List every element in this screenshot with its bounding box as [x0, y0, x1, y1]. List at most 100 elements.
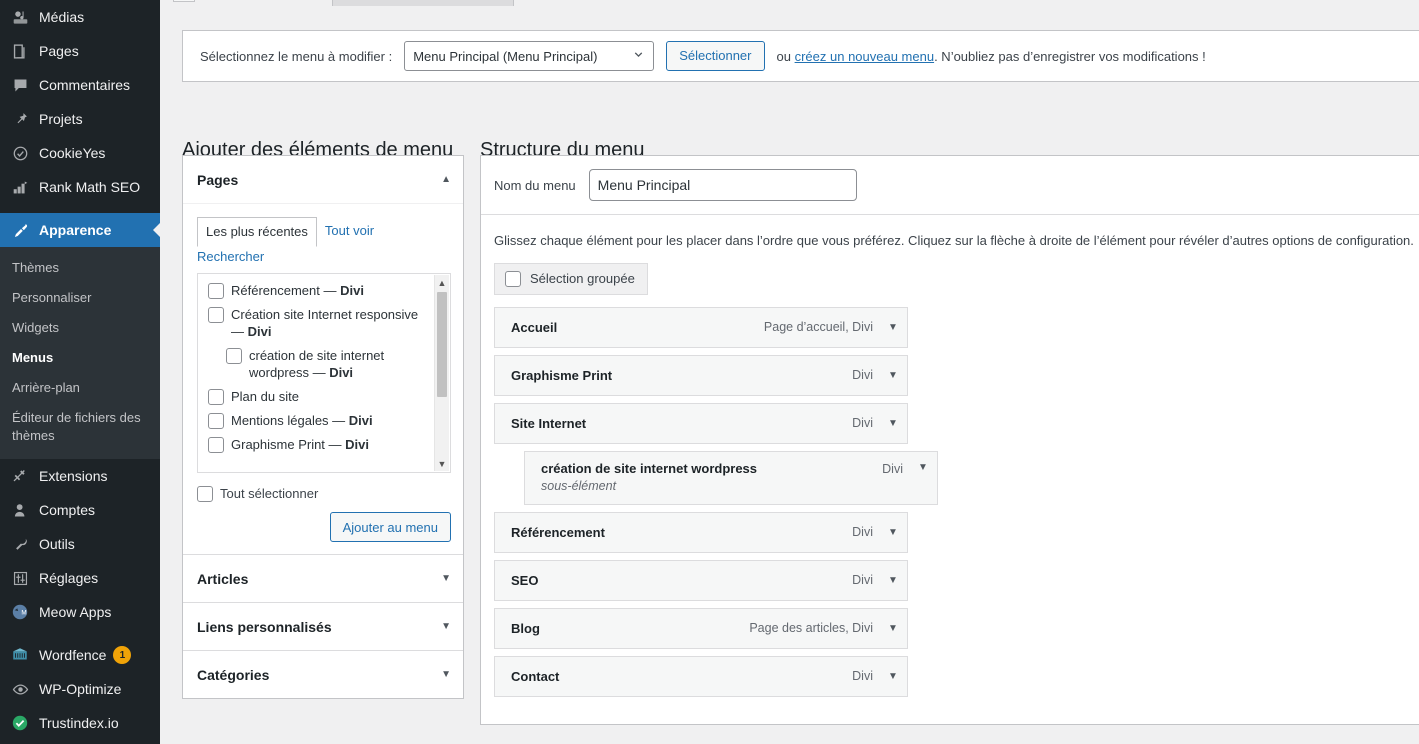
menu-item-graphisme-print[interactable]: Graphisme Print Divi ▼ — [494, 354, 908, 396]
accordion-header-pages[interactable]: Pages ▲ — [183, 156, 463, 204]
add-to-menu-button[interactable]: Ajouter au menu — [329, 512, 451, 542]
page-checkbox[interactable] — [208, 437, 224, 453]
menu-item-site-internet[interactable]: Site Internet Divi ▼ — [494, 402, 908, 444]
menu-item-row[interactable]: Accueil Page d’accueil, Divi ▼ — [494, 306, 908, 348]
menu-structure-panel: Nom du menu Glissez chaque élément pour … — [480, 155, 1419, 725]
list-item[interactable]: Référencement — Divi — [208, 282, 432, 299]
sidebar-subitem-themes[interactable]: Thèmes — [0, 253, 160, 283]
chevron-up-icon[interactable]: ▲ — [441, 174, 451, 185]
page-checkbox[interactable] — [226, 348, 242, 364]
tab-rechercher[interactable]: Rechercher — [197, 246, 451, 267]
accordion-label: Articles — [197, 570, 249, 587]
hint-suffix: . N’oubliez pas d’enregistrer vos modifi… — [934, 48, 1206, 64]
menu-item-blog[interactable]: Blog Page des articles, Divi ▼ — [494, 607, 908, 649]
menu-item-row[interactable]: Site Internet Divi ▼ — [494, 402, 908, 444]
menu-selector-bar: Sélectionnez le menu à modifier : Menu P… — [182, 30, 1419, 82]
menu-item-seo[interactable]: SEO Divi ▼ — [494, 559, 908, 601]
sidebar-item-outils[interactable]: Outils — [0, 527, 160, 561]
scroll-down-icon[interactable]: ▼ — [435, 456, 449, 471]
sidebar-subitem-menus[interactable]: Menus — [0, 343, 160, 373]
sidebar-item-wordfence[interactable]: Wordfence 1 — [0, 638, 160, 672]
menu-item-contact[interactable]: Contact Divi ▼ — [494, 655, 908, 697]
list-item[interactable]: Mentions légales — Divi — [208, 412, 432, 429]
menu-item-referencement[interactable]: Référencement Divi ▼ — [494, 511, 908, 553]
sidebar-subitem-arriere-plan[interactable]: Arrière-plan — [0, 373, 160, 403]
menu-item-row[interactable]: Graphisme Print Divi ▼ — [494, 354, 908, 396]
menu-item-row[interactable]: Référencement Divi ▼ — [494, 511, 908, 553]
sidebar-subitem-editeur-fichiers-themes[interactable]: Éditeur de fichiers des thèmes — [0, 403, 160, 451]
chevron-down-icon[interactable]: ▼ — [441, 621, 451, 632]
menu-item-title: Accueil — [511, 319, 558, 335]
sidebar-subitem-widgets[interactable]: Widgets — [0, 313, 160, 343]
sidebar-separator — [0, 204, 160, 213]
sidebar-item-cookieyes[interactable]: CookieYes — [0, 136, 160, 170]
sidebar-item-label: CookieYes — [39, 145, 106, 161]
menu-item-row[interactable]: Blog Page des articles, Divi ▼ — [494, 607, 908, 649]
bulk-select-checkbox[interactable] — [505, 270, 521, 287]
sidebar-item-pages[interactable]: Pages — [0, 34, 160, 68]
tab-les-plus-recentes[interactable]: Les plus récentes — [197, 217, 317, 247]
chevron-down-icon[interactable]: ▼ — [441, 669, 451, 680]
scroll-up-icon[interactable]: ▲ — [435, 275, 449, 290]
page-checkbox[interactable] — [208, 283, 224, 299]
wp-optimize-eye-icon — [10, 679, 30, 699]
page-label: Référencement — Divi — [231, 283, 364, 298]
chevron-down-icon[interactable]: ▼ — [885, 370, 901, 381]
menu-item-accueil[interactable]: Accueil Page d’accueil, Divi ▼ — [494, 306, 908, 348]
list-item[interactable]: création de site internet wordpress — Di… — [208, 347, 432, 381]
sidebar-item-extensions[interactable]: Extensions — [0, 459, 160, 493]
accordion-header-categories[interactable]: Catégories ▼ — [183, 650, 463, 698]
bulk-select-toggle[interactable]: Sélection groupée — [494, 262, 648, 295]
menu-select[interactable]: Menu Principal (Menu Principal) — [404, 41, 655, 71]
chevron-down-icon[interactable]: ▼ — [885, 671, 901, 682]
hint-prefix: ou — [776, 48, 791, 64]
sidebar-item-medias[interactable]: Médias — [0, 0, 160, 34]
sidebar-item-commentaires[interactable]: Commentaires — [0, 68, 160, 102]
sidebar-item-projets[interactable]: Projets — [0, 102, 160, 136]
list-item[interactable]: Plan du site — [208, 388, 432, 405]
accordion-header-articles[interactable]: Articles ▼ — [183, 554, 463, 602]
chevron-down-icon[interactable]: ▼ — [885, 623, 901, 634]
chevron-down-icon[interactable]: ▼ — [441, 573, 451, 584]
page-label: création de site internet wordpress — Di… — [249, 348, 385, 380]
sidebar-subitem-personnaliser[interactable]: Personnaliser — [0, 283, 160, 313]
page-checkbox[interactable] — [208, 307, 224, 323]
chevron-down-icon[interactable]: ▼ — [885, 322, 901, 333]
sidebar-item-comptes[interactable]: Comptes — [0, 493, 160, 527]
chevron-down-icon[interactable]: ▼ — [885, 575, 901, 586]
sidebar-item-rank-math-seo[interactable]: Rank Math SEO — [0, 170, 160, 204]
select-all-checkbox[interactable] — [197, 486, 213, 502]
list-item[interactable]: Graphisme Print — Divi — [208, 436, 432, 453]
tab-tout-voir[interactable]: Tout voir — [325, 223, 374, 238]
sidebar-item-trustindex[interactable]: Trustindex.io — [0, 706, 160, 740]
menu-name-row: Nom du menu — [481, 156, 1419, 215]
scrollbar[interactable]: ▲ ▼ — [434, 275, 449, 471]
menu-item-stack: création de site internet wordpress sous… — [541, 461, 882, 493]
chevron-down-icon[interactable]: ▼ — [885, 418, 901, 429]
select-all-row[interactable]: Tout sélectionner — [197, 485, 451, 502]
sidebar-item-label: Wordfence — [39, 647, 107, 663]
menu-item-row[interactable]: SEO Divi ▼ — [494, 559, 908, 601]
menu-selector-wrapper: Menu Principal (Menu Principal) — [404, 41, 655, 71]
menu-item-creation-site-internet-wordpress[interactable]: création de site internet wordpress sous… — [524, 450, 938, 505]
chevron-down-icon[interactable]: ▼ — [885, 527, 901, 538]
trustindex-check-icon — [10, 713, 30, 733]
chevron-down-icon[interactable]: ▼ — [915, 462, 931, 473]
list-item[interactable]: Création site Internet responsive — Divi — [208, 306, 432, 340]
rankmath-icon — [10, 177, 30, 197]
scrollbar-thumb[interactable] — [437, 292, 447, 397]
menu-item-row-sub[interactable]: création de site internet wordpress sous… — [524, 450, 938, 505]
sidebar-item-reglages[interactable]: Réglages — [0, 561, 160, 595]
menu-item-meta: Page d’accueil, Divi — [763, 320, 873, 334]
menu-item-row[interactable]: Contact Divi ▼ — [494, 655, 908, 697]
page-checkbox[interactable] — [208, 389, 224, 405]
page-checkbox[interactable] — [208, 413, 224, 429]
menu-name-input[interactable] — [588, 169, 857, 201]
sidebar-item-apparence[interactable]: Apparence — [0, 213, 160, 247]
create-new-menu-link[interactable]: créez un nouveau menu — [795, 49, 934, 64]
tools-wrench-icon — [10, 534, 30, 554]
sidebar-item-meow-apps[interactable]: M Meow Apps — [0, 595, 160, 629]
accordion-header-liens-personnalises[interactable]: Liens personnalisés ▼ — [183, 602, 463, 650]
select-menu-button[interactable]: Sélectionner — [666, 41, 765, 71]
sidebar-item-wp-optimize[interactable]: WP-Optimize — [0, 672, 160, 706]
